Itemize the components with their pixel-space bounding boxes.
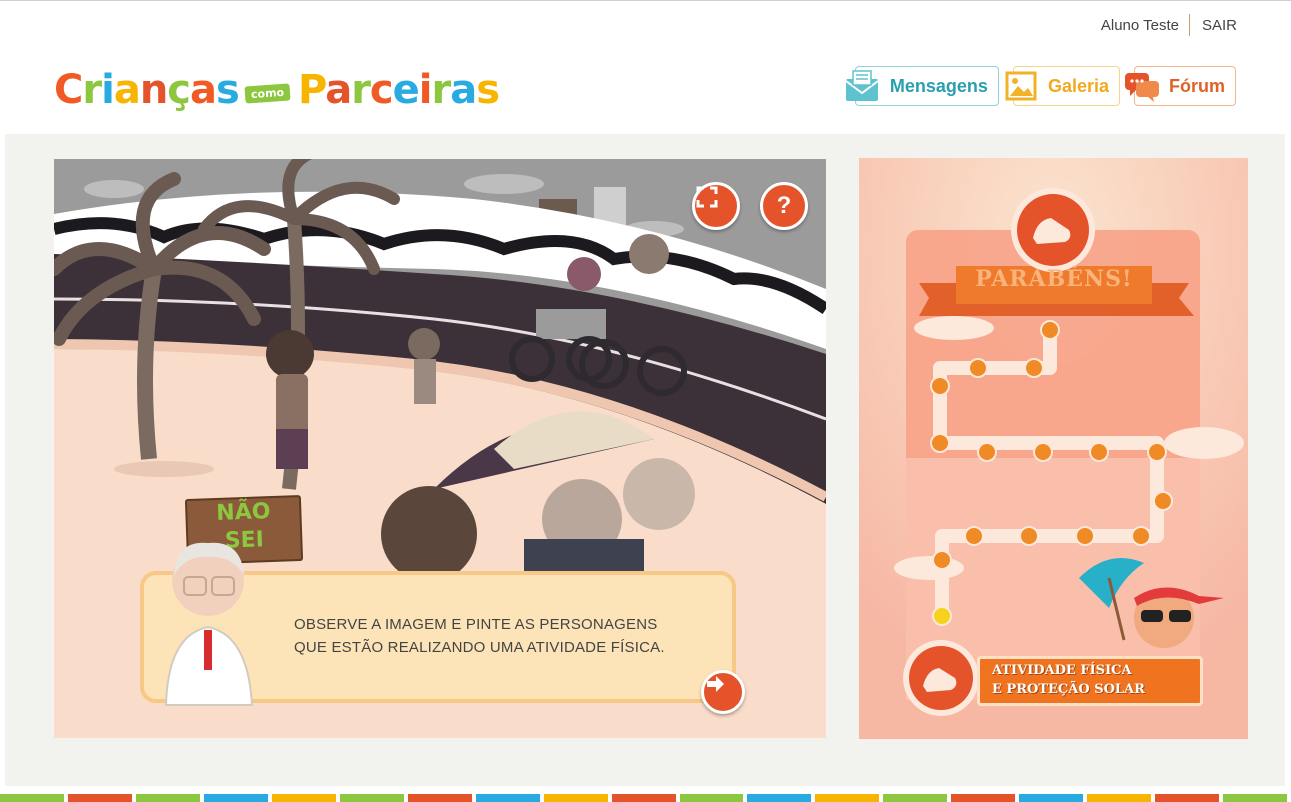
progress-step [977,442,997,462]
progress-step [932,550,952,570]
footer-stripe-segment [815,794,880,802]
module-title-line-1: ATIVIDADE FÍSICA [992,663,1132,678]
footer-stripe-segment [203,794,268,802]
congrats-banner: PARABÉNS! [975,266,1133,292]
progress-step [1153,491,1173,511]
picture-frame-icon [1000,68,1042,104]
gallery-button[interactable]: Galeria [1005,66,1120,106]
chat-bubbles-icon [1121,68,1163,104]
footer-stripe-segment [1087,794,1152,802]
progress-step [968,358,988,378]
progress-step [930,433,950,453]
progress-step-current [932,606,952,626]
footer-stripe-segment [67,794,132,802]
fullscreen-icon [696,186,718,208]
progress-step [1147,442,1167,462]
footer-stripe-segment [0,794,64,802]
site-logo[interactable]: Crianças como Parceiras [54,50,500,120]
footer-color-stripe [0,794,1291,802]
module-title-badge[interactable]: ATIVIDADE FÍSICA E PROTEÇÃO SOLAR [977,656,1203,706]
logo-text-como: como [244,83,291,104]
professor-character [164,542,254,706]
next-button[interactable] [701,670,745,714]
footer-stripe-segment [883,794,948,802]
help-icon: ? [776,192,792,219]
footer-stripe-segment [679,794,744,802]
footer-stripe-segment [747,794,812,802]
footer-stripe-segment [543,794,608,802]
logout-link[interactable]: SAIR [1190,17,1237,34]
activity-stage[interactable]: ? NÃO SEI Observe a imagem e pinte as pe… [54,159,826,738]
module-title-line-2: E PROTEÇÃO SOLAR [992,682,1145,697]
main-nav: Mensagens Galeria Fórum [845,66,1236,106]
forum-label: Fórum [1169,75,1225,96]
gallery-label: Galeria [1047,75,1109,96]
footer-stripe-segment [1223,794,1288,802]
footer-stripe-segment [951,794,1016,802]
footer-stripe-segment [1019,794,1084,802]
logo-text-parceiras: Parceiras [297,67,500,113]
footer-stripe-segment [271,794,336,802]
instruction-dialog: Observe a imagem e pinte as personagens … [140,542,736,706]
progress-step [930,376,950,396]
progress-step [964,526,984,546]
help-button[interactable]: ? [760,182,808,230]
instruction-text: Observe a imagem e pinte as personagens … [294,616,665,656]
arrow-right-icon [707,676,724,692]
user-bar: Aluno Teste SAIR [1101,14,1237,36]
progress-step [1075,526,1095,546]
sign-text-line-1: NÃO [215,499,271,526]
progress-step [1131,526,1151,546]
footer-stripe-segment [1155,794,1220,802]
messages-button[interactable]: Mensagens [845,66,999,106]
progress-step [1033,442,1053,462]
footer-stripe-segment [407,794,472,802]
progress-step [1024,358,1044,378]
top-divider [0,0,1291,1]
progress-step [1019,526,1039,546]
progress-sidebar: PARABÉNS! ATIVIDADE FÍSICA E PROTEÇÃO SO… [859,158,1248,739]
footer-stripe-segment [611,794,676,802]
footer-stripe-segment [475,794,540,802]
progress-map-illustration [859,158,1248,739]
logo-text-criancas: Crianças [54,67,240,113]
user-name: Aluno Teste [1100,16,1179,34]
footer-stripe-segment [135,794,200,802]
messages-label: Mensagens [889,75,988,96]
fullscreen-button[interactable] [692,182,740,230]
footer-stripe-segment [339,794,404,802]
forum-button[interactable]: Fórum [1125,66,1236,106]
envelope-icon [842,68,884,104]
progress-step [1040,320,1060,340]
progress-step [1089,442,1109,462]
